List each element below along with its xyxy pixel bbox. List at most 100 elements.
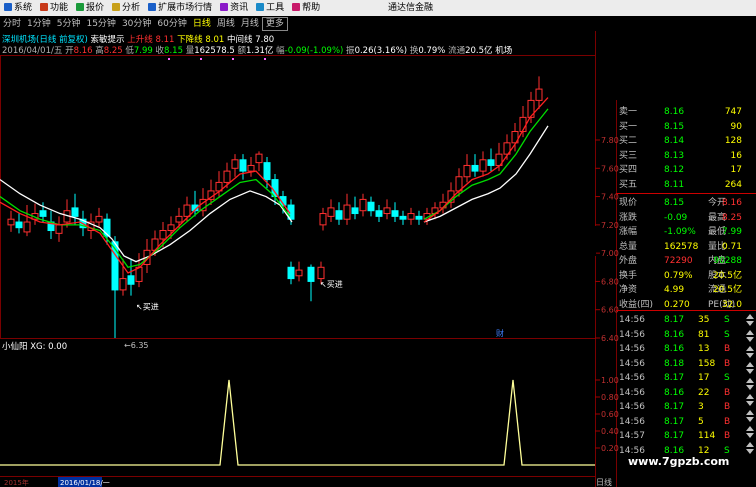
candle-body xyxy=(127,275,135,285)
stat-value: 8.16 xyxy=(721,198,742,208)
tick-price: 8.16 xyxy=(664,329,685,340)
tick-time: 14:56 xyxy=(619,329,645,340)
tick-row: 14:56 8.16 22 B xyxy=(616,386,756,400)
candle-body xyxy=(39,210,47,217)
tick-time: 14:57 xyxy=(619,431,645,441)
buy-signal-label: ↖买进 xyxy=(320,280,343,289)
low-price-marker: ←6.35 xyxy=(124,341,149,350)
tick-price: 8.16 xyxy=(664,344,685,354)
main-chart-frame xyxy=(0,55,596,339)
tick-volume: 13 xyxy=(698,344,710,354)
book-price: 8.12 xyxy=(664,165,685,175)
candle-body xyxy=(319,213,327,226)
candle-body xyxy=(535,88,543,101)
order-book-row: 买三 8.13 16 xyxy=(616,149,756,163)
tick-price: 8.17 xyxy=(664,373,685,383)
period-indicator: 日线 xyxy=(596,477,612,487)
scroll-up-arrow-icon xyxy=(746,394,754,399)
candle-body xyxy=(175,215,183,223)
candle-body xyxy=(295,269,303,277)
book-level-label: 买四 xyxy=(619,165,638,175)
tick-row: 14:56 8.17 5 B xyxy=(616,415,756,429)
candle-body xyxy=(223,170,231,183)
tick-time: 14:56 xyxy=(619,358,645,369)
stat-value: 90288 xyxy=(713,256,742,266)
tick-side: B xyxy=(724,344,731,354)
tick-volume: 81 xyxy=(698,329,710,340)
tick-price: 8.17 xyxy=(664,402,685,412)
scroll-down-arrow-icon xyxy=(746,417,754,422)
stat-label: 涨跌 xyxy=(619,212,638,223)
tick-side: S xyxy=(724,315,730,325)
candle-body xyxy=(479,159,487,172)
stat-value: 20.5亿 xyxy=(712,285,742,295)
candle-body xyxy=(255,153,263,164)
stat-label: 涨幅 xyxy=(619,227,638,237)
book-volume: 90 xyxy=(730,121,742,132)
stat-value: 7.99 xyxy=(721,227,742,237)
panel-divider xyxy=(616,310,756,311)
tick-row: 14:56 8.18 158 B xyxy=(616,357,756,371)
signal-dot xyxy=(264,58,266,60)
book-level-label: 买五 xyxy=(619,179,638,190)
book-level-label: 买二 xyxy=(619,136,638,146)
tick-side: S xyxy=(724,329,730,340)
tick-time: 14:56 xyxy=(619,402,645,412)
book-volume: 16 xyxy=(730,150,742,161)
tick-time: 14:56 xyxy=(619,373,645,383)
scroll-down-arrow-icon xyxy=(746,321,754,326)
finance-marker: 财 xyxy=(496,328,504,338)
stat-value: 0.79% xyxy=(664,270,693,281)
tick-row: 14:56 8.16 13 B xyxy=(616,342,756,356)
stat-value: 72290 xyxy=(664,256,693,266)
candle-body xyxy=(247,164,255,172)
stat-value: 4.99 xyxy=(664,285,685,295)
tick-side: S xyxy=(724,373,730,383)
panel-divider xyxy=(616,193,756,194)
scroll-up-arrow-icon xyxy=(746,426,754,431)
stat-row: 外盘 72290 内盘 90288 xyxy=(616,254,756,268)
stat-row: 涨幅 -1.09% 最低 7.99 xyxy=(616,225,756,239)
tick-time: 14:56 xyxy=(619,387,645,398)
candle-body xyxy=(335,210,343,220)
book-price: 8.11 xyxy=(664,179,685,190)
tick-time: 14:56 xyxy=(619,416,645,427)
scroll-down-arrow-icon xyxy=(746,401,754,406)
scroll-up-arrow-icon xyxy=(746,314,754,319)
watermark: www.7gpzb.com xyxy=(628,455,730,468)
tick-side: B xyxy=(724,358,731,369)
stat-row: 净资 4.99 流通 20.5亿 xyxy=(616,283,756,297)
order-book-row: 买一 8.15 90 xyxy=(616,120,756,134)
candle-body xyxy=(375,210,383,217)
panel-scroll-arrows[interactable] xyxy=(744,310,756,460)
indicator-line xyxy=(0,379,595,466)
scroll-up-arrow-icon xyxy=(746,378,754,383)
tick-row: 14:56 8.17 17 S xyxy=(616,371,756,385)
order-book-row: 买五 8.11 264 xyxy=(616,178,756,192)
tick-price: 8.17 xyxy=(664,416,685,427)
indicator-title: 小仙阳 XG: 0.00 xyxy=(2,340,67,352)
candle-body xyxy=(95,215,103,223)
candle-body xyxy=(399,215,407,220)
candle-body xyxy=(463,164,471,178)
stat-label: 外盘 xyxy=(619,256,638,266)
stat-label: 总量 xyxy=(619,241,638,252)
candle-body xyxy=(159,230,167,240)
tick-volume: 35 xyxy=(698,315,710,325)
book-volume: 17 xyxy=(730,165,742,175)
candle-body xyxy=(359,198,367,212)
tick-side: B xyxy=(724,387,731,398)
candle-body xyxy=(167,224,175,232)
scroll-up-arrow-icon xyxy=(746,442,754,447)
signal-dot xyxy=(232,58,234,60)
book-volume: 747 xyxy=(724,107,742,117)
candle-body xyxy=(307,266,315,282)
stat-row: 换手 0.79% 股本 20.5亿 xyxy=(616,269,756,283)
tick-row: 14:56 8.17 35 S xyxy=(616,313,756,327)
date-cursor-label: 2016/01/18/一 xyxy=(60,479,110,487)
year-label: 2015年 xyxy=(4,478,29,487)
stat-row: 涨跌 -0.09 最高 8.25 xyxy=(616,211,756,225)
scroll-down-arrow-icon xyxy=(746,449,754,454)
scroll-down-arrow-icon xyxy=(746,369,754,374)
candle-body xyxy=(391,210,399,217)
